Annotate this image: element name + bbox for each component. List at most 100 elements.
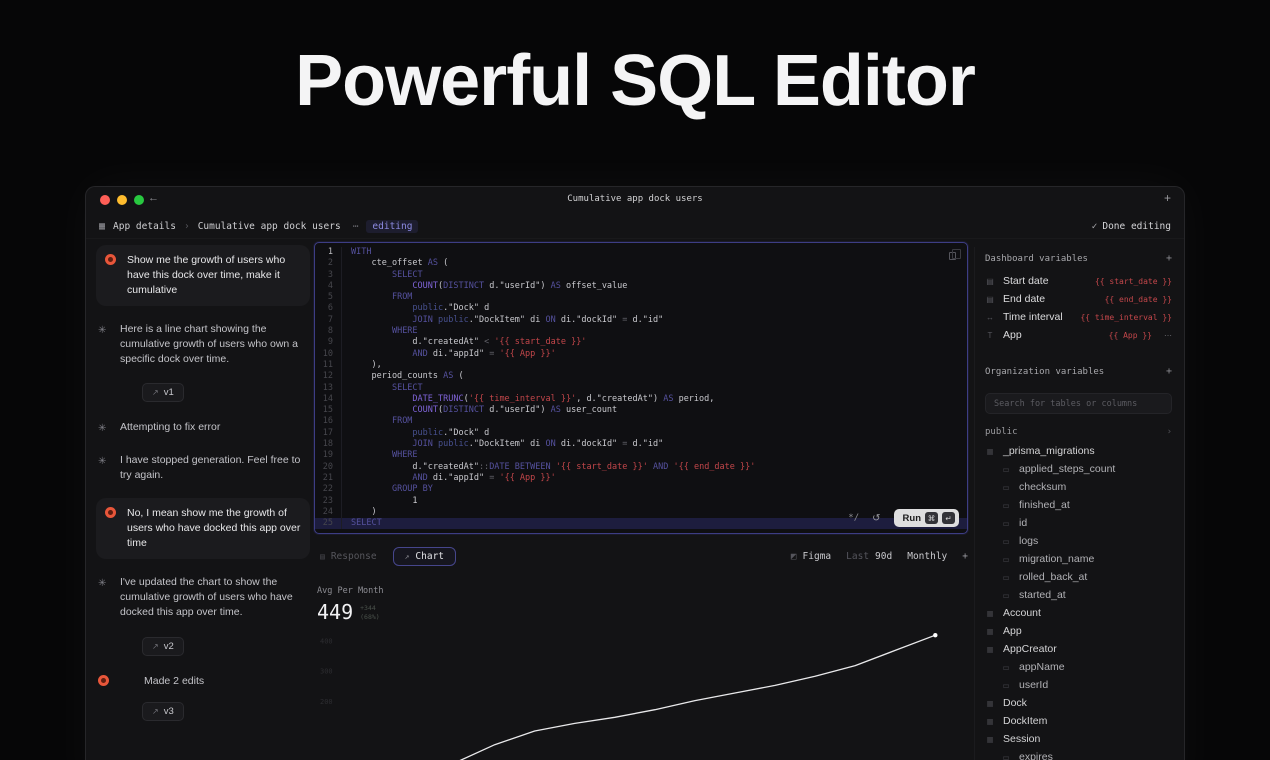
version-chip[interactable]: ↗ v2 — [142, 636, 184, 656]
schema-group-label: public — [985, 427, 1018, 437]
schema-column-row[interactable]: ▭ expires — [985, 748, 1172, 760]
schema-item-label: migration_name — [1019, 553, 1095, 565]
add-dashboard-variable-button[interactable]: + — [1166, 253, 1172, 264]
chat-message-text: No, I mean show me the growth of users w… — [127, 507, 301, 550]
version-chip[interactable]: ↗ v1 — [142, 383, 184, 403]
code-line: 5 FROM — [315, 292, 967, 304]
variable-row[interactable]: ↔ Time interval {{ time_interval }} — [985, 308, 1172, 326]
schema-column-row[interactable]: ▭ finished_at — [985, 496, 1172, 514]
variable-row[interactable]: ▤ Start date {{ start_date }} — [985, 272, 1172, 290]
metric-label: Avg Per Month — [317, 586, 384, 596]
chat-message-text: I've updated the chart to show the cumul… — [120, 576, 293, 618]
run-button[interactable]: Run ⌘ ↵ — [893, 509, 959, 527]
sql-editor[interactable]: 1 WITH 2 cte_offset AS (3 SELECT 4 COUNT(DI… — [314, 242, 968, 534]
breadcrumb-root[interactable]: App details — [113, 221, 176, 232]
y-axis-tick-label: 300 — [320, 668, 333, 676]
table-icon: ▦ — [986, 626, 994, 636]
schema-column-row[interactable]: ▭ id — [985, 514, 1172, 532]
code-line: 10 AND di."appId" = '{{ App }}' — [315, 348, 967, 360]
breadcrumb-separator: › — [183, 220, 190, 232]
code-line: 12 period_counts AS ( — [315, 371, 967, 383]
check-icon: ✓ — [1091, 220, 1098, 232]
schema-column-row[interactable]: ▭ userId — [985, 676, 1172, 694]
variable-name: Time interval — [1003, 311, 1063, 323]
run-label: Run — [902, 512, 921, 524]
schema-column-row[interactable]: ▭ appName — [985, 658, 1172, 676]
schema-table-row[interactable]: ▦ _prisma_migrations — [985, 442, 1172, 460]
schema-group-public[interactable]: public › — [985, 427, 1172, 437]
line-number: 25 — [322, 518, 333, 529]
copy-icon[interactable] — [949, 249, 961, 260]
code-line: 9 d."createdAt" < '{{ start_date }}' — [315, 337, 967, 349]
range-prefix: Last — [846, 551, 870, 562]
schema-column-row[interactable]: ▭ applied_steps_count — [985, 460, 1172, 478]
chat-message: No, I mean show me the growth of users w… — [96, 498, 310, 560]
schema-item-label: _prisma_migrations — [1003, 445, 1095, 457]
user-avatar-icon — [98, 674, 111, 691]
figma-label: Figma — [802, 551, 832, 562]
schema-table-row[interactable]: ▦ Account — [985, 604, 1172, 622]
schema-table-row[interactable]: ▦ AppCreator — [985, 640, 1172, 658]
code-line: 20 d."createdAt"::DATE BETWEEN '{{ start… — [315, 461, 967, 473]
schema-item-label: appName — [1019, 661, 1065, 673]
user-avatar-icon — [105, 253, 118, 298]
done-editing-button[interactable]: ✓ Done editing — [1092, 221, 1171, 232]
format-code-icon[interactable]: */ — [848, 513, 859, 523]
page-title: Powerful SQL Editor — [295, 41, 976, 121]
editing-badge: editing — [366, 219, 419, 233]
add-org-variable-button[interactable]: + — [1166, 366, 1172, 377]
tab-response[interactable]: ▤ Response — [314, 547, 383, 566]
add-widget-button[interactable]: + — [962, 551, 968, 562]
code-line: 13 SELECT — [315, 382, 967, 394]
chart-icon: ↗ — [404, 552, 410, 561]
schema-item-label: userId — [1019, 679, 1049, 691]
variable-more-icon[interactable]: ⋯ — [1164, 331, 1172, 340]
schema-item-label: id — [1019, 517, 1028, 529]
search-input[interactable] — [994, 398, 1163, 409]
chart-endpoint-dot — [933, 633, 938, 638]
history-icon[interactable]: ↺ — [872, 513, 880, 524]
add-tab-button[interactable]: + — [1164, 191, 1171, 205]
figma-icon: ◩ — [790, 551, 797, 562]
schema-column-row[interactable]: ▭ migration_name — [985, 550, 1172, 568]
variable-value: {{ time_interval }} — [1080, 312, 1172, 322]
code-area[interactable]: 1 WITH 2 cte_offset AS (3 SELECT 4 COUNT(DI… — [315, 247, 967, 530]
chat-history-panel: Show me the growth of users who have thi… — [96, 245, 310, 739]
tab-chart[interactable]: ↗ Chart — [392, 547, 457, 566]
schema-search[interactable] — [985, 393, 1172, 414]
y-axis-tick-label: 400 — [320, 637, 333, 645]
variable-name: Start date — [1003, 275, 1049, 287]
schema-column-row[interactable]: ▭ checksum — [985, 478, 1172, 496]
line-number: 3 — [327, 269, 333, 280]
interval-button[interactable]: Monthly — [907, 551, 947, 562]
mini-chart-icon: ↗ — [152, 641, 159, 651]
schema-table-row[interactable]: ▦ DockItem — [985, 712, 1172, 730]
chat-message: ✳ Here is a line chart showing the cumula… — [98, 322, 310, 367]
schema-table-row[interactable]: ▦ Session — [985, 730, 1172, 748]
line-number: 16 — [322, 416, 333, 427]
schema-table-row[interactable]: ▦ Dock — [985, 694, 1172, 712]
schema-column-row[interactable]: ▭ logs — [985, 532, 1172, 550]
schema-column-row[interactable]: ▭ rolled_back_at — [985, 568, 1172, 586]
breadcrumb-current[interactable]: Cumulative app dock users — [198, 221, 341, 232]
text-icon: T — [987, 330, 993, 340]
app-window: ← Cumulative app dock users + ▦ App deta… — [85, 186, 1185, 760]
version-chip-label: v3 — [163, 705, 174, 717]
table-icon: ▦ — [986, 644, 994, 654]
schema-table-row[interactable]: ▦ App — [985, 622, 1172, 640]
date-range-button[interactable]: Last 90d — [846, 551, 892, 562]
line-number: 4 — [327, 280, 333, 291]
figma-export-button[interactable]: ◩ Figma — [791, 551, 831, 562]
code-line: 15 COUNT(DISTINCT d."userId") AS user_co… — [315, 405, 967, 417]
schema-column-row[interactable]: ▭ started_at — [985, 586, 1172, 604]
code-line: 3 SELECT — [315, 269, 967, 281]
overflow-menu-icon[interactable]: ⋯ — [353, 221, 359, 232]
chat-message: ✳ I have stopped generation. Feel free to… — [98, 453, 310, 483]
variable-value: {{ end_date }} — [1104, 294, 1172, 304]
version-chip[interactable]: ↗ v3 — [142, 701, 184, 721]
variable-value: {{ App }} — [1108, 330, 1152, 340]
mini-chart-icon: ↗ — [152, 388, 159, 398]
column-icon: ▭ — [1002, 662, 1010, 672]
variable-row[interactable]: T App {{ App }} ⋯ — [985, 326, 1172, 344]
variable-row[interactable]: ▤ End date {{ end_date }} — [985, 290, 1172, 308]
